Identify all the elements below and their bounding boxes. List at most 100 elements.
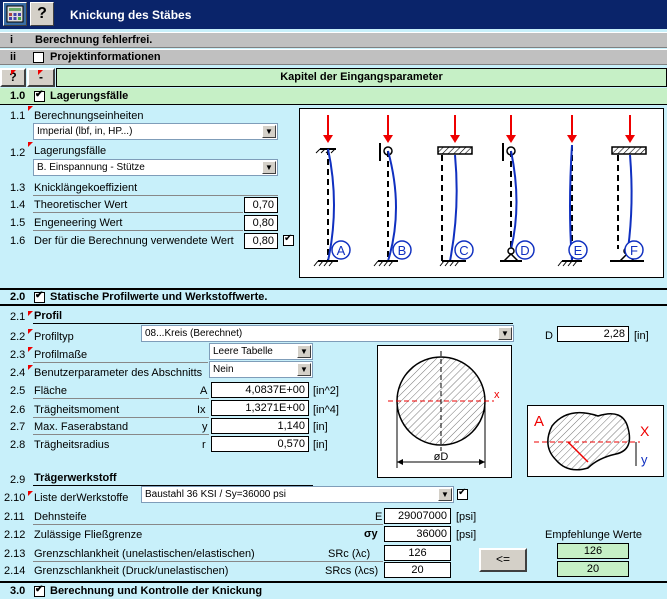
row-num: 1.6 (10, 235, 26, 247)
material-heading: Trägerwerkstoff (34, 472, 117, 484)
chevron-down-icon[interactable]: ▼ (262, 125, 276, 138)
general-section-figure: A X y (527, 405, 664, 477)
support-cases-figure: A B C D E F (299, 108, 664, 278)
engineering-value: 0,80 (244, 215, 278, 231)
support-case-select[interactable]: B. Einspannung - Stütze ▼ (33, 159, 278, 176)
chevron-down-icon[interactable]: ▼ (262, 161, 276, 174)
used-value[interactable]: 0,80 (244, 233, 278, 249)
row-num: 2.11 (4, 511, 25, 523)
area-value: 4,0837E+00 (211, 382, 309, 398)
row-num: 2.10 (4, 492, 26, 504)
section-1-title: Lagerungsfälle (50, 90, 129, 102)
divider (33, 323, 513, 324)
divider (33, 212, 243, 213)
used-value-label: Der für die Berechnung verwendete Wert (34, 235, 234, 247)
status-text: Berechnung fehlerfrei. (35, 34, 153, 46)
comment-marker (28, 491, 33, 496)
comment-marker (28, 106, 33, 111)
radius-gyration-label: Trägheitsradius (34, 439, 110, 451)
divider (33, 417, 209, 418)
profile-dims-select[interactable]: Leere Tabelle ▼ (209, 343, 313, 360)
row-num: 2.3 (10, 349, 26, 361)
divider (33, 195, 278, 196)
section-1-checkbox[interactable] (34, 89, 45, 102)
chevron-down-icon[interactable]: ▼ (498, 327, 512, 340)
case-b-label: B (398, 243, 407, 258)
row-num: 1.2 (10, 147, 26, 159)
diameter-value[interactable]: 2,28 (557, 326, 629, 342)
radius-gyration-symbol: r (202, 439, 206, 451)
slenderness-cs-value[interactable]: 20 (384, 562, 451, 578)
elastic-modulus-value: 29007000 (384, 508, 451, 524)
elastic-modulus-label: Dehnsteife (34, 511, 87, 523)
section-2-checkbox[interactable] (34, 290, 45, 303)
recommended-c-value: 126 (557, 543, 629, 559)
row-num: 2.6 (10, 404, 26, 416)
recommended-cs-value: 20 (557, 561, 629, 577)
divider (33, 561, 383, 562)
radius-gyration-unit: [in] (313, 439, 328, 451)
fiber-distance-label: Max. Faserabstand (34, 421, 129, 433)
project-info-checkbox[interactable] (33, 52, 44, 63)
section-num: 2.0 (10, 291, 26, 303)
x-axis-label: x (494, 389, 500, 401)
status-row: i Berechnung fehlerfrei. (0, 32, 667, 48)
material-list-label: Liste derWerkstoffe (34, 492, 129, 504)
apply-recommended-button[interactable]: <= (479, 548, 527, 572)
inertia-unit: [in^4] (313, 404, 339, 416)
area-unit: [in^2] (313, 385, 339, 397)
used-value-checkbox[interactable] (283, 233, 294, 246)
comment-marker (28, 329, 33, 334)
theoretical-value: 0,70 (244, 197, 278, 213)
profile-type-value: 08...Kreis (Berechnet) (145, 328, 243, 339)
calculator-app-icon[interactable] (3, 2, 27, 26)
profile-heading: Profil (34, 310, 63, 322)
case-d-label: D (520, 243, 529, 258)
project-info-label: Projektinformationen (50, 51, 161, 63)
case-e-label: E (574, 243, 583, 258)
y-axis-label: y (641, 452, 648, 467)
area-label: Fläche (34, 385, 68, 397)
chevron-down-icon[interactable]: ▼ (438, 488, 452, 501)
diameter-unit: [in] (634, 330, 649, 342)
slenderness-c-label: Grenzschlankheit (unelastischen/elastisc… (34, 548, 255, 560)
project-info-row: ii Projektinformationen (0, 49, 667, 65)
section-3-title: Berechnung und Kontrolle der Knickung (50, 585, 263, 597)
row-num: 2.7 (10, 421, 26, 433)
comment-marker (28, 347, 33, 352)
elastic-modulus-unit: [psi] (456, 511, 477, 523)
help-icon[interactable]: ? (30, 2, 54, 26)
chevron-down-icon[interactable]: ▼ (297, 363, 311, 376)
yield-strength-label: Zulässige Fließgrenze (34, 529, 143, 541)
material-value: Baustahl 36 KSI / Sy=36000 psi (145, 489, 286, 500)
yield-strength-value: 36000 (384, 526, 451, 542)
row-num: 2.2 (10, 331, 26, 343)
user-params-select[interactable]: Nein ▼ (209, 361, 313, 378)
yield-strength-symbol: σy (364, 528, 378, 540)
slenderness-cs-symbol: SRcs (λcs) (325, 565, 379, 577)
chapter-title: Kapitel der Eingangsparameter (56, 68, 667, 87)
chevron-down-icon[interactable]: ▼ (297, 345, 311, 358)
section-3-header: 3.0 Berechnung und Kontrolle der Knickun… (0, 581, 667, 599)
profile-type-label: Profiltyp (34, 331, 74, 343)
section-num: 3.0 (10, 585, 26, 597)
row-num: 2.1 (10, 311, 26, 323)
slenderness-c-value[interactable]: 126 (384, 545, 451, 561)
row-num: 2.13 (4, 548, 26, 560)
section-3-checkbox[interactable] (34, 584, 45, 597)
row-num: 2.8 (10, 439, 26, 451)
x-axis-label: X (640, 423, 650, 439)
diameter-figure-label: øD (434, 451, 449, 463)
row-num: 2.4 (10, 367, 26, 379)
elastic-modulus-symbol: E (375, 511, 383, 523)
units-label: Berechnungseinheiten (34, 110, 144, 122)
profile-type-select[interactable]: 08...Kreis (Berechnet) ▼ (141, 325, 514, 342)
profile-dims-label: Profilmaße (34, 349, 88, 361)
support-case-label: Lagerungsfälle (34, 145, 107, 157)
units-select[interactable]: Imperial (lbf, in, HP...) ▼ (33, 123, 278, 140)
material-select[interactable]: Baustahl 36 KSI / Sy=36000 psi ▼ (141, 486, 454, 503)
title-bar: ? Knickung des Stäbes (0, 0, 667, 29)
diameter-label: D (545, 330, 553, 342)
material-checkbox[interactable] (457, 487, 468, 500)
inertia-value: 1,3271E+00 (211, 400, 309, 416)
